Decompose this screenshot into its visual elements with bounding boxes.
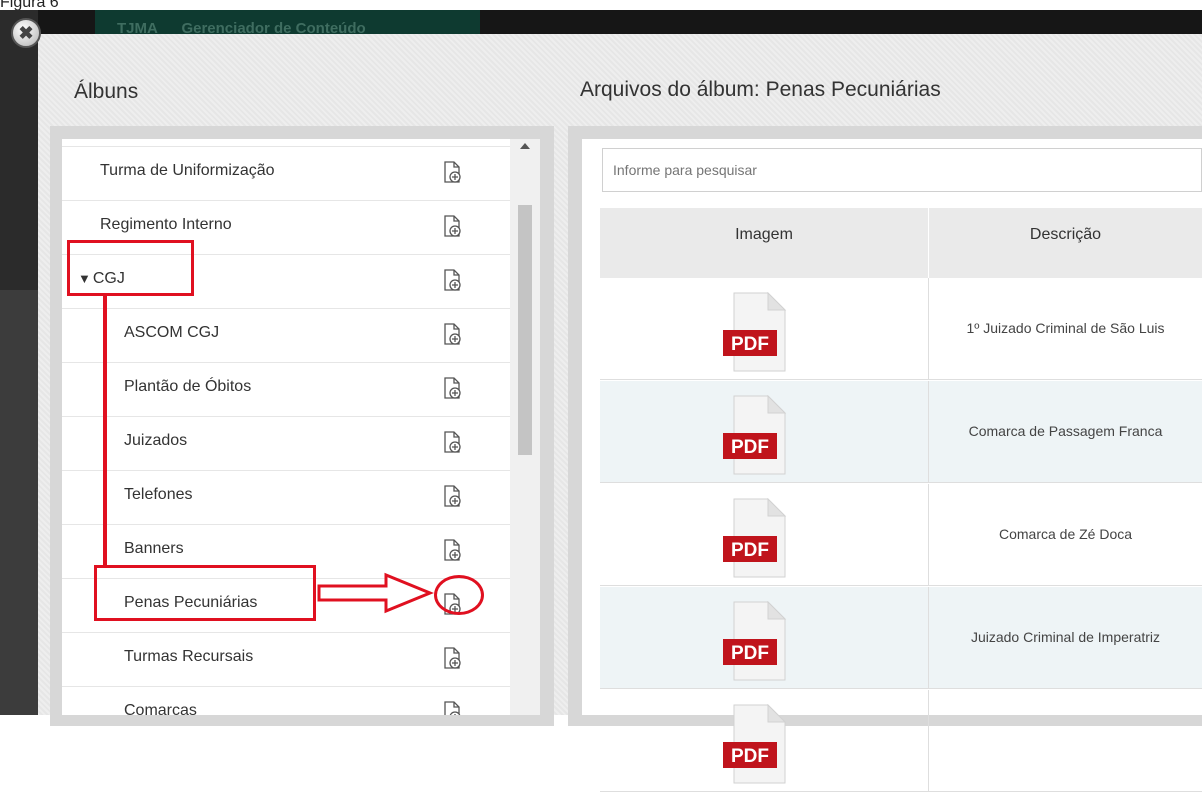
file-description: 1º Juizado Criminal de São Luis [966,320,1165,336]
file-thumbnail-cell: PDF [600,587,929,688]
files-title: Arquivos do álbum: Penas Pecuniárias [580,78,941,101]
add-file-icon[interactable] [443,431,463,455]
scroll-up-icon[interactable] [520,143,530,149]
album-item-text: Turma de Uniformização [100,162,275,179]
pdf-badge-text: PDF [731,746,769,767]
pdf-file-icon[interactable]: PDF [722,292,788,372]
file-thumbnail-cell: PDF [600,278,929,379]
album-item-label[interactable]: Turmas Recursais [124,648,253,666]
album-item[interactable]: Telefones [62,470,510,524]
album-item-text: ASCOM CGJ [124,324,220,341]
album-item-text: Plantão de Óbitos [124,378,252,395]
pdf-file-icon[interactable]: PDF [722,601,788,681]
pdf-file-icon[interactable]: PDF [722,704,788,784]
album-item-text: Regimento Interno [100,216,232,233]
close-icon[interactable]: ✖ [11,18,41,48]
album-item[interactable]: Turma de Uniformização [62,146,510,200]
album-item[interactable]: Regimento Interno [62,200,510,254]
file-description: Juizado Criminal de Imperatriz [970,629,1161,645]
album-item-label[interactable]: Plantão de Óbitos [124,378,251,396]
album-item-label[interactable]: Juizados [124,432,187,450]
album-item-label[interactable]: Telefones [124,486,193,504]
scroll-thumb[interactable] [518,205,532,455]
album-item-label[interactable]: ▼ CGJ [78,270,125,288]
album-tree: Turma de Uniformização Regimento Interno ▼… [62,139,510,715]
album-item[interactable]: ▼ CGJ [62,254,510,308]
pdf-badge-text: PDF [731,643,769,664]
expand-toggle-icon[interactable]: ▼ [78,271,91,286]
column-header-image[interactable]: Imagem [600,208,929,278]
table-row[interactable]: PDF Juizado Criminal de Imperatriz [600,587,1202,689]
pdf-badge-text: PDF [731,540,769,561]
annotation-arrow [317,572,434,614]
annotation-circle [434,575,484,615]
pdf-badge-text: PDF [731,334,769,355]
album-item-label[interactable]: Comarcas [124,702,197,715]
add-file-icon[interactable] [443,377,463,401]
album-item-text: Telefones [124,486,193,503]
file-thumbnail-cell: PDF [600,381,929,482]
column-header-description[interactable]: Descrição [929,208,1202,278]
add-file-icon[interactable] [443,701,463,715]
pdf-badge-text: PDF [731,437,769,458]
album-item-text: Banners [124,540,184,557]
album-modal: Álbuns Arquivos do álbum: Penas Pecuniár… [38,34,1202,792]
table-row[interactable]: PDF [600,690,1202,792]
album-item-text: Turmas Recursais [124,648,254,665]
add-file-icon[interactable] [443,215,463,239]
file-thumbnail-cell: PDF [600,484,929,585]
add-file-icon[interactable] [443,323,463,347]
album-item[interactable]: Comarcas [62,686,510,715]
background-nav: TJMA Gerenciador de Conteúdo [95,10,480,36]
add-file-icon[interactable] [443,485,463,509]
album-item-text: Juizados [124,432,188,449]
album-tree-scrollbar[interactable] [510,139,540,715]
file-description: Comarca de Zé Doca [998,526,1133,542]
file-thumbnail-cell: PDF [600,690,929,791]
table-row[interactable]: PDF Comarca de Zé Doca [600,484,1202,586]
album-item-text: Penas Pecuniárias [124,594,258,611]
pdf-file-icon[interactable]: PDF [722,498,788,578]
pdf-file-icon[interactable]: PDF [722,395,788,475]
album-item[interactable]: Turmas Recursais [62,632,510,686]
file-description: Comarca de Passagem Franca [968,423,1163,439]
album-item[interactable]: Juizados [62,416,510,470]
albums-title: Álbuns [74,80,139,103]
album-item[interactable]: Plantão de Óbitos [62,362,510,416]
add-file-icon[interactable] [443,647,463,671]
search-input[interactable] [602,148,1202,192]
album-item-label[interactable]: Banners [124,540,184,558]
add-file-icon[interactable] [443,539,463,563]
table-row[interactable]: PDF 1º Juizado Criminal de São Luis [600,278,1202,380]
album-item-label[interactable]: Turma de Uniformização [100,162,275,180]
add-file-icon[interactable] [443,161,463,185]
album-item[interactable]: Banners [62,524,510,578]
album-item[interactable]: ASCOM CGJ [62,308,510,362]
album-item-label[interactable]: ASCOM CGJ [124,324,219,342]
album-item-text: Comarcas [124,702,197,715]
table-row[interactable]: PDF Comarca de Passagem Franca [600,381,1202,483]
album-item-label[interactable]: Penas Pecuniárias [124,594,257,612]
background-sidebar-lower [0,290,38,715]
album-item-label[interactable]: Regimento Interno [100,216,232,234]
add-file-icon[interactable] [443,269,463,293]
album-item-text: CGJ [92,270,125,287]
file-description [929,690,1202,791]
